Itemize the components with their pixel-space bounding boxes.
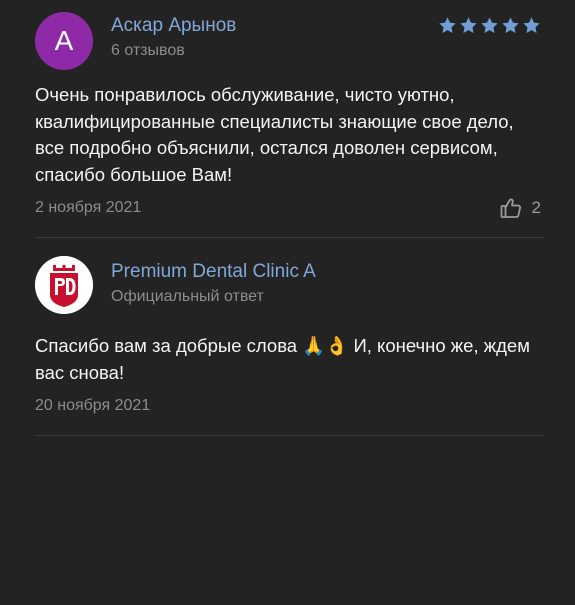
divider — [35, 237, 544, 238]
avatar[interactable]: A — [35, 12, 93, 70]
reply-date: 20 ноября 2021 — [35, 397, 151, 414]
official-reply-label: Официальный ответ — [111, 288, 264, 305]
clinic-logo-icon[interactable] — [35, 256, 93, 314]
clinic-name[interactable]: Premium Dental Clinic A — [111, 261, 316, 283]
star-icon — [523, 17, 540, 33]
reply-text: Спасибо вам за добрые слова 🙏👌 И, конечн… — [35, 335, 530, 383]
star-icon — [481, 17, 498, 33]
star-icon — [439, 17, 456, 33]
review-text: Очень понравилось обслуживание, чисто ую… — [35, 84, 514, 185]
review-date: 2 ноября 2021 — [35, 199, 142, 216]
star-icon — [460, 17, 477, 33]
divider — [35, 435, 544, 436]
like-count: 2 — [531, 198, 541, 217]
reviewer-name[interactable]: Аскар Арынов — [111, 15, 236, 37]
star-icon — [502, 17, 519, 33]
reviewer-review-count: 6 отзывов — [111, 42, 185, 59]
like-button[interactable]: 2 — [499, 196, 541, 220]
thumbs-up-icon[interactable] — [499, 196, 523, 220]
rating-stars — [438, 16, 541, 35]
